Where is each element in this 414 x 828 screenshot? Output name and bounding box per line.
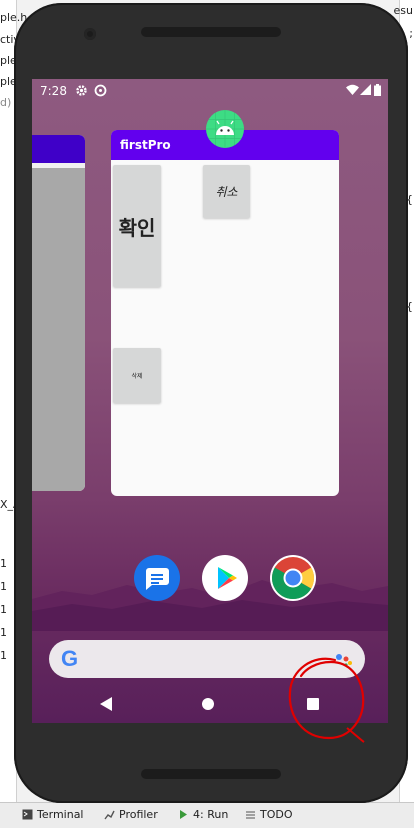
log-line: 1 — [0, 580, 7, 593]
settings-icon — [75, 84, 88, 100]
android-icon[interactable] — [206, 110, 244, 148]
ide-tool-window-bar: Terminal Profiler 4: Run TODO — [0, 802, 414, 828]
code-fragment: esu — [393, 4, 413, 17]
run-tab[interactable]: 4: Run — [178, 808, 228, 821]
profiler-tab-label: Profiler — [119, 808, 158, 821]
bottom-speaker — [141, 769, 281, 779]
log-line: 1 — [0, 649, 7, 662]
previous-card-content — [32, 168, 85, 491]
home-icon[interactable] — [202, 698, 214, 710]
previous-card-titlebar — [32, 135, 85, 163]
recents-icon[interactable] — [307, 698, 319, 710]
profiler-tab[interactable]: Profiler — [104, 808, 158, 821]
device-screen: 7:28 firstPro 확인 취소 삭제 G — [32, 79, 388, 723]
status-bar: 7:28 — [32, 79, 388, 103]
code-fragment: d) — [0, 96, 12, 109]
status-time: 7:28 — [40, 84, 67, 98]
navigation-bar — [32, 683, 388, 723]
terminal-icon — [22, 809, 33, 820]
sync-icon — [94, 84, 107, 100]
recent-app-card-previous[interactable] — [32, 135, 85, 491]
messages-icon[interactable] — [134, 555, 180, 601]
wifi-icon — [346, 84, 359, 99]
run-tab-label: 4: Run — [193, 808, 229, 821]
log-line: 1 — [0, 626, 7, 639]
play-store-icon[interactable] — [202, 555, 248, 601]
todo-tab[interactable]: TODO — [245, 808, 293, 821]
code-fragment: ; — [409, 27, 413, 40]
log-line: 1 — [0, 603, 7, 616]
confirm-button[interactable]: 확인 — [113, 165, 161, 287]
back-icon[interactable] — [100, 696, 112, 715]
recent-app-card[interactable]: firstPro 확인 취소 삭제 — [111, 130, 339, 496]
log-line: 1 — [0, 557, 7, 570]
todo-icon — [245, 809, 256, 820]
app-title: firstPro — [120, 138, 171, 152]
signal-icon — [360, 84, 371, 99]
google-logo: G — [61, 646, 79, 671]
emulator-device-frame: 7:28 firstPro 확인 취소 삭제 G — [14, 3, 408, 803]
google-search-bar[interactable]: G — [49, 640, 365, 678]
terminal-tab[interactable]: Terminal — [22, 808, 84, 821]
profiler-icon — [104, 809, 115, 820]
run-icon — [178, 809, 189, 820]
todo-tab-label: TODO — [260, 808, 293, 821]
top-speaker — [141, 27, 281, 37]
assistant-icon[interactable] — [335, 652, 353, 667]
front-camera — [84, 28, 96, 40]
terminal-tab-label: Terminal — [37, 808, 84, 821]
chrome-icon[interactable] — [270, 555, 316, 601]
cancel-button[interactable]: 취소 — [203, 165, 250, 218]
delete-button[interactable]: 삭제 — [113, 348, 161, 403]
battery-icon — [374, 84, 381, 99]
